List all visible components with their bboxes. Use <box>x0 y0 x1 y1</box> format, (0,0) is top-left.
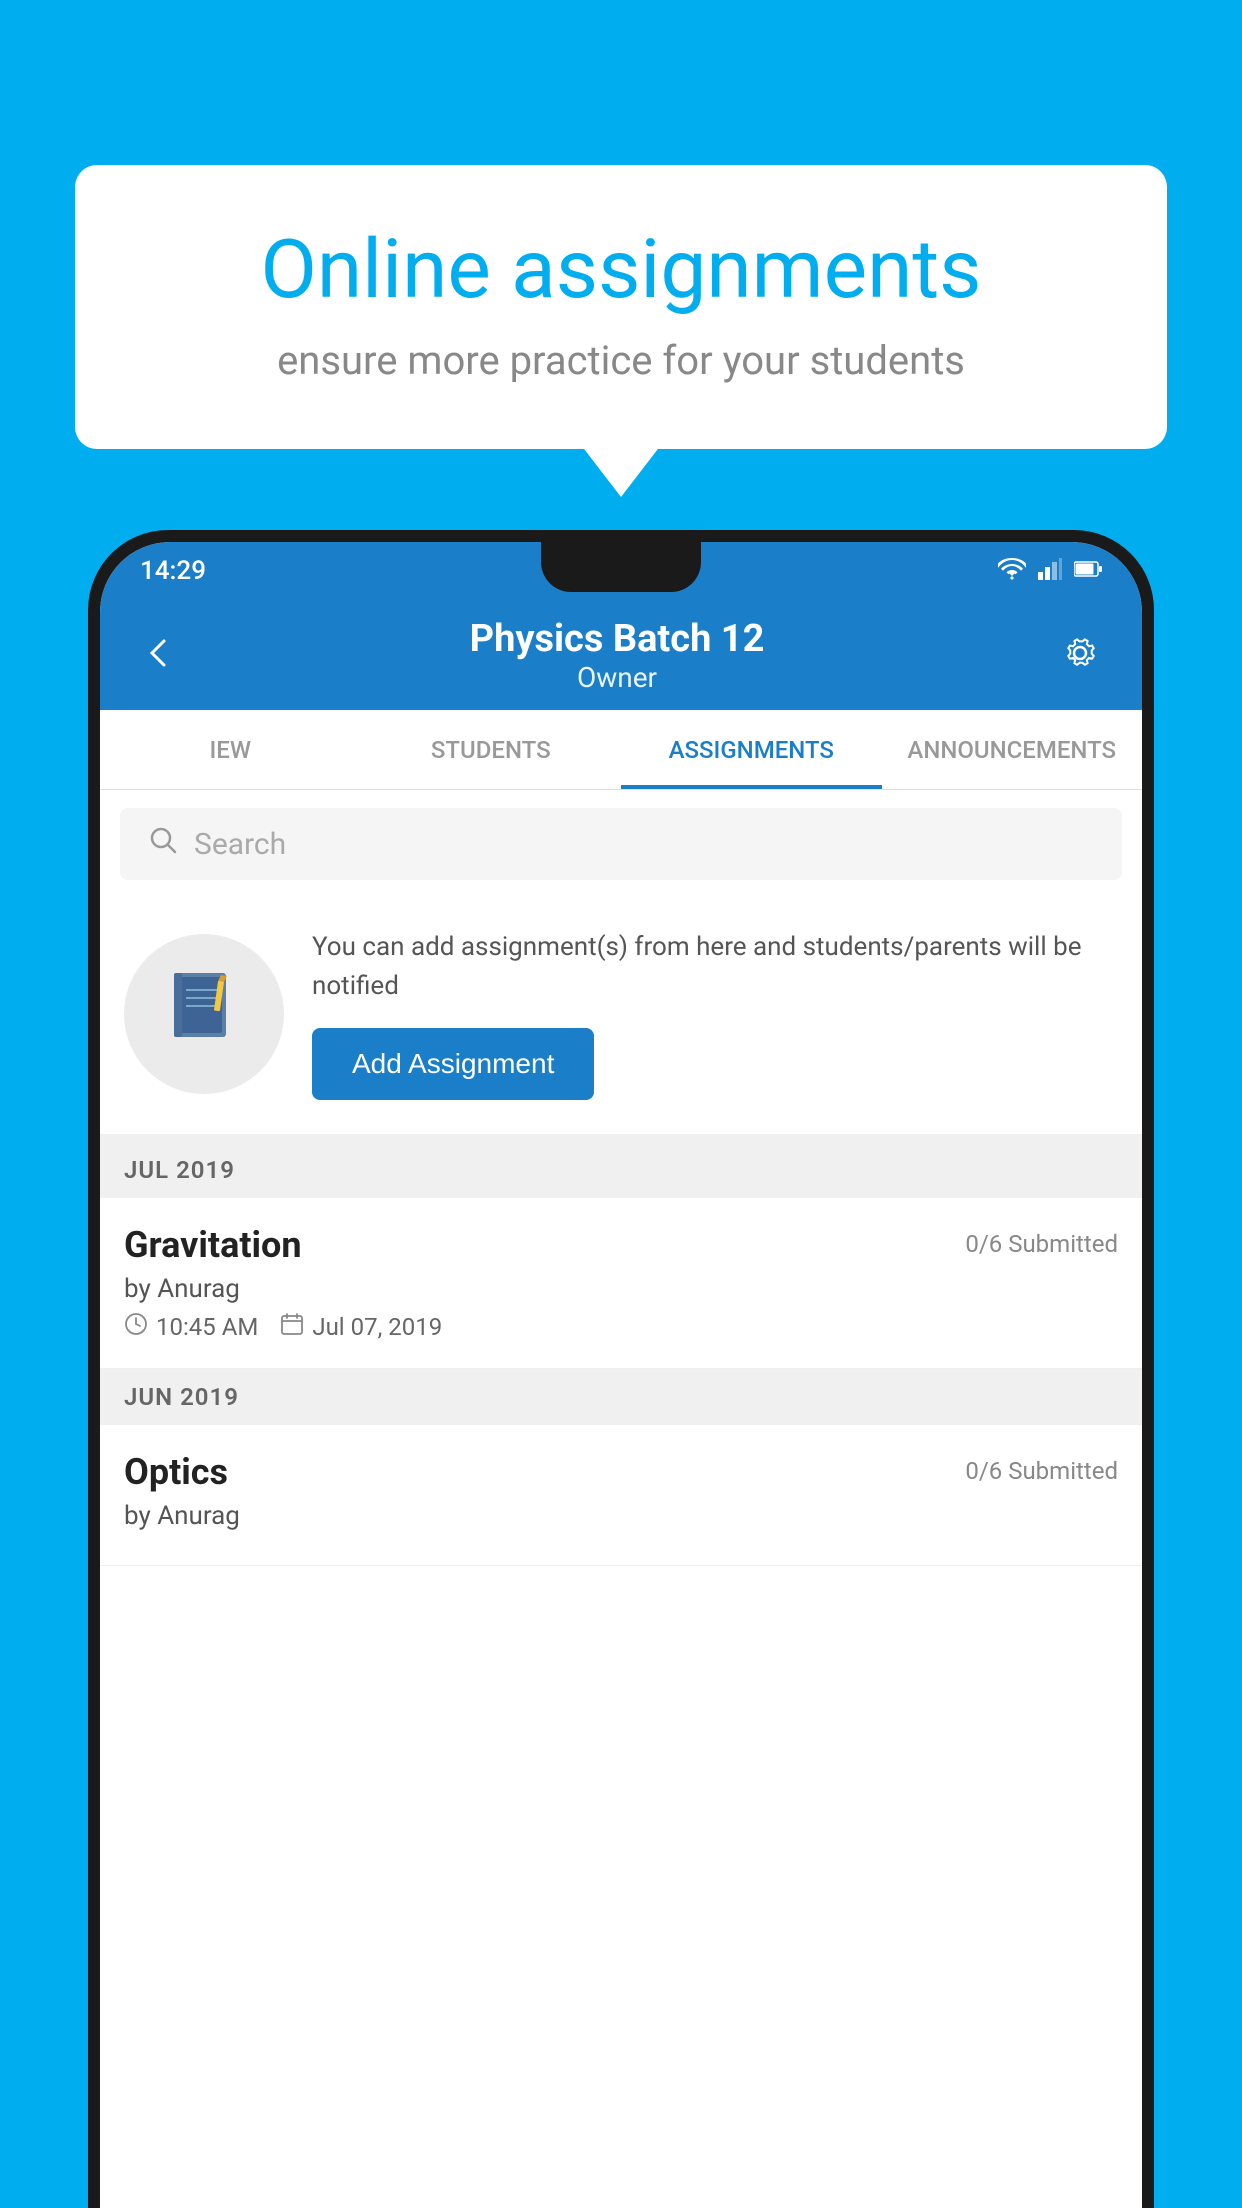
app-bar-title: Physics Batch 12 <box>176 617 1058 661</box>
battery-icon <box>1074 560 1102 582</box>
status-bar: 14:29 <box>100 542 1142 600</box>
promo-content: You can add assignment(s) from here and … <box>312 928 1118 1100</box>
section-header-jun: JUN 2019 <box>100 1369 1142 1425</box>
section-header-jul: JUL 2019 <box>100 1142 1142 1198</box>
phone-screen: 14:29 <box>100 542 1142 2208</box>
speech-bubble: Online assignments ensure more practice … <box>75 165 1167 449</box>
time-item: 10:45 AM <box>124 1312 258 1342</box>
app-bar-subtitle: Owner <box>176 661 1058 694</box>
tab-students[interactable]: STUDENTS <box>361 710 622 789</box>
tab-assignments[interactable]: ASSIGNMENTS <box>621 710 882 789</box>
assignment-item-optics[interactable]: Optics 0/6 Submitted by Anurag <box>100 1425 1142 1566</box>
signal-icon <box>1038 558 1062 584</box>
bubble-title: Online assignments <box>145 225 1097 315</box>
search-icon <box>148 825 178 863</box>
assignment-row-top: Gravitation 0/6 Submitted <box>124 1224 1118 1266</box>
add-assignment-promo: You can add assignment(s) from here and … <box>100 898 1142 1142</box>
phone-inner: 14:29 <box>100 542 1142 2208</box>
search-bar[interactable]: Search <box>120 808 1122 880</box>
assignment-time: 10:45 AM <box>156 1313 258 1341</box>
status-icons <box>998 558 1102 584</box>
date-item: Jul 07, 2019 <box>280 1312 442 1342</box>
assignment-item-gravitation[interactable]: Gravitation 0/6 Submitted by Anurag <box>100 1198 1142 1369</box>
tabs-bar: IEW STUDENTS ASSIGNMENTS ANNOUNCEMENTS <box>100 710 1142 790</box>
status-time: 14:29 <box>140 556 206 586</box>
assignment-date: Jul 07, 2019 <box>312 1313 442 1341</box>
app-bar-title-section: Physics Batch 12 Owner <box>176 617 1058 694</box>
tab-iew[interactable]: IEW <box>100 710 361 789</box>
assignment-name: Gravitation <box>124 1224 302 1266</box>
search-container: Search <box>100 790 1142 898</box>
calendar-icon <box>280 1312 304 1342</box>
phone-mockup: 14:29 <box>88 530 1154 2208</box>
back-button[interactable] <box>140 635 176 675</box>
add-assignment-button[interactable]: Add Assignment <box>312 1028 594 1100</box>
promo-icon-circle <box>124 934 284 1094</box>
speech-bubble-container: Online assignments ensure more practice … <box>75 165 1167 449</box>
wifi-icon <box>998 558 1026 584</box>
promo-description: You can add assignment(s) from here and … <box>312 928 1118 1006</box>
assignment-submitted: 0/6 Submitted <box>965 1230 1118 1258</box>
app-bar: Physics Batch 12 Owner <box>100 600 1142 710</box>
search-placeholder: Search <box>194 827 286 862</box>
notebook-icon <box>164 965 244 1063</box>
assignment-submitted-optics: 0/6 Submitted <box>965 1457 1118 1485</box>
notch <box>541 542 701 592</box>
assignment-by: by Anurag <box>124 1274 1118 1304</box>
tab-announcements[interactable]: ANNOUNCEMENTS <box>882 710 1143 789</box>
bubble-subtitle: ensure more practice for your students <box>145 337 1097 384</box>
settings-button[interactable] <box>1058 631 1102 679</box>
assignment-name-optics: Optics <box>124 1451 228 1493</box>
assignment-row-top-2: Optics 0/6 Submitted <box>124 1451 1118 1493</box>
clock-icon <box>124 1312 148 1342</box>
assignment-time-row: 10:45 AM Jul 07, 2019 <box>124 1312 1118 1342</box>
assignment-by-optics: by Anurag <box>124 1501 1118 1531</box>
